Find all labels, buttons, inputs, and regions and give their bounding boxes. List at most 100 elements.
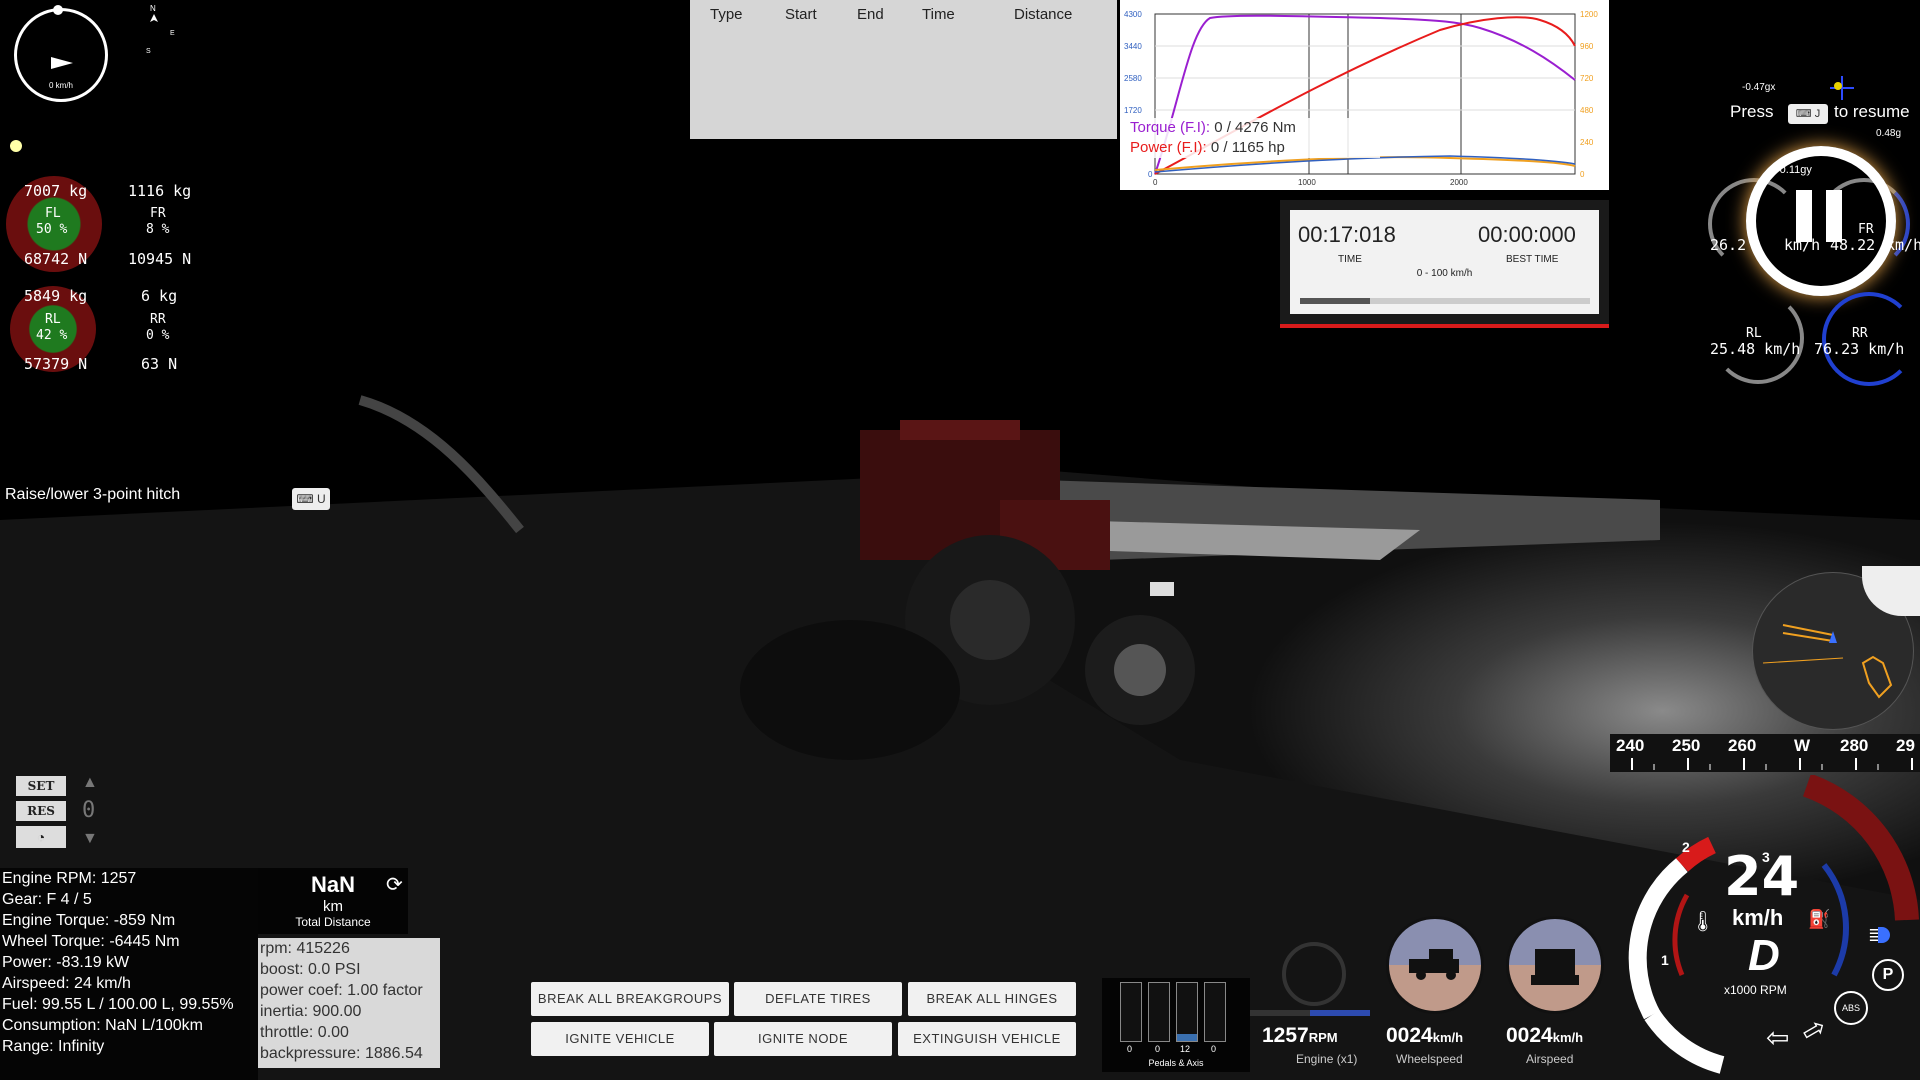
stat-consumption: Consumption: NaN L/100km (2, 1017, 203, 1034)
heading-tape: 240 250 260 W 280 29 (1610, 728, 1920, 772)
mini-compass-icon (150, 4, 158, 24)
fr-wheel-speed: 48.22 (1830, 236, 1876, 254)
fuel-icon: ⛽ (1808, 909, 1831, 929)
rr-force: 63 N (141, 355, 178, 373)
left-turn-signal-icon: ⇦ (1766, 1022, 1790, 1053)
north-marker (53, 5, 63, 15)
wheelspeed-readout: 0024km/h (1386, 1024, 1463, 1048)
gx-readout: -0.47gx (1742, 82, 1776, 93)
pedal-bar-clutch (1120, 982, 1142, 1042)
rl-weight: 5849 kg (24, 287, 88, 305)
keyboard-icon: ⌨ (1795, 108, 1812, 120)
right-tick-1: 960 (1580, 42, 1594, 51)
heading-tick-260: 260 (1728, 736, 1757, 755)
abs-icon: ABS (1834, 991, 1868, 1025)
vehicle-roll-gauge (1506, 916, 1604, 1014)
heading-tick-29: 29 (1896, 736, 1915, 755)
stat-rpm: Engine RPM: 1257 (2, 870, 137, 887)
wheelspeed-unit: km/h (1432, 1030, 1464, 1045)
left-tick-2: 2580 (1124, 74, 1142, 83)
pause-key-binding[interactable]: ⌨ J (1788, 104, 1828, 124)
cruise-up-arrow-icon[interactable]: ▲ (82, 774, 98, 792)
airspeed-value: 0024 (1506, 1024, 1553, 1047)
pedal-value-2: 12 (1180, 1044, 1191, 1054)
stat-wheel-torque: Wheel Torque: -6445 Nm (2, 933, 180, 950)
airspeed-readout: 0024km/h (1506, 1024, 1583, 1048)
power-legend-value: 0 / 1165 hp (1210, 139, 1285, 156)
right-tick-0: 1200 (1580, 10, 1598, 19)
mini-compass-e: E (170, 30, 175, 37)
cruise-speedometer-button[interactable]: ◔ (16, 826, 66, 848)
col-distance: Distance (1014, 6, 1073, 23)
engine-rpm-value: 1257 (1262, 1024, 1309, 1047)
drag-race-table: Type Start End Time Distance (690, 0, 1117, 139)
sun-icon (10, 140, 22, 152)
rr-name: RR (150, 312, 166, 327)
x-tick-0: 0 (1153, 178, 1158, 187)
rl-name: RL (45, 312, 61, 327)
cruise-set-button[interactable]: SET (16, 776, 66, 796)
torque-legend-value: 0 / 4276 Nm (1214, 119, 1296, 136)
speedo-mark-1: 1 (1661, 952, 1669, 968)
rl-percent: 42 % (36, 328, 68, 343)
pedals-panel: 0 0 12 0 Pedals & Axis (1102, 978, 1250, 1072)
col-time: Time (922, 6, 955, 23)
power-legend-label: Power (F.I): (1130, 139, 1207, 156)
left-tick-0: 4300 (1124, 10, 1142, 19)
fl-force: 68742 N (24, 250, 88, 268)
ignite-node-button[interactable]: IGNITE NODE (714, 1022, 892, 1056)
pause-icon[interactable] (1746, 146, 1896, 296)
fr-weight: 1116 kg (128, 182, 192, 200)
resume-label: to resume (1834, 102, 1910, 121)
fl-name: FL (45, 206, 61, 221)
eng-backpressure: backpressure: 1886.54 (260, 1045, 423, 1062)
break-all-breakgroups-button[interactable]: BREAK ALL BREAKGROUPS (531, 982, 729, 1016)
left-tick-4: 0 (1148, 170, 1153, 179)
right-tick-3: 480 (1580, 106, 1594, 115)
torque-power-graph: 4300 3440 2580 1720 0 1200 960 720 480 2… (1120, 0, 1609, 190)
mini-compass-s: S (146, 48, 151, 55)
col-type: Type (710, 6, 743, 23)
fl-weight: 7007 kg (24, 182, 88, 200)
break-all-hinges-button[interactable]: BREAK ALL HINGES (908, 982, 1076, 1016)
reset-trip-icon[interactable]: ⟳ (386, 872, 403, 897)
speedometer: 3 2 1 24 km/h D x1000 RPM 🌡 ⛽ ≣ P ABS ⇦ … (1612, 775, 1920, 1080)
speedo-mark-2: 2 (1682, 839, 1690, 855)
ignite-vehicle-button[interactable]: IGNITE VEHICLE (531, 1022, 709, 1056)
torque-curve-svg (1154, 13, 1576, 175)
timer-progress-track (1300, 298, 1590, 304)
extinguish-vehicle-button[interactable]: EXTINGUISH VEHICLE (898, 1022, 1076, 1056)
keyboard-icon: ⌨ (296, 492, 314, 506)
stat-fuel: Fuel: 99.55 L / 100.00 L, 99.55% (2, 996, 234, 1013)
fr-percent: 8 % (146, 222, 170, 237)
parking-brake-icon: P (1872, 959, 1904, 991)
airspeed-unit: km/h (1552, 1030, 1584, 1045)
speedometer-icon: ◔ (36, 829, 46, 845)
pause-key: J (1814, 108, 1821, 120)
cruise-res-button[interactable]: RES (16, 801, 66, 821)
cruise-down-arrow-icon[interactable]: ▼ (82, 830, 98, 848)
hitch-key-binding[interactable]: ⌨ U (292, 488, 330, 510)
rpm-bar-track (1250, 1010, 1370, 1016)
timer-underline (1280, 324, 1609, 328)
graph-legend: Torque (F.I): 0 / 4276 Nm Power (F.I): 0… (1130, 118, 1380, 158)
fl-wheel-speed-unit: km/h (1784, 236, 1821, 254)
x-tick-1: 1000 (1298, 178, 1316, 187)
drag-timer: 00:17:018 TIME 00:00:000 BEST TIME 0 - 1… (1280, 200, 1609, 328)
speed-value: 24 (1724, 845, 1800, 908)
fr-name: FR (150, 206, 166, 221)
right-tick-5: 0 (1580, 170, 1585, 179)
col-end: End (857, 6, 884, 23)
deflate-tires-button[interactable]: DEFLATE TIRES (734, 982, 902, 1016)
rr-wheel-label: RR (1852, 326, 1868, 341)
eng-power-coef: power coef: 1.00 factor (260, 982, 423, 999)
timer-mode: 0 - 100 km/h (1416, 268, 1473, 279)
heading-tick-250: 250 (1672, 736, 1701, 755)
wheelspeed-label: Wheelspeed (1396, 1052, 1463, 1066)
fr-wheel-speed-unit: km/h (1886, 236, 1920, 254)
rl-force: 57379 N (24, 355, 88, 373)
heading-tick-280: 280 (1840, 736, 1869, 755)
pedal-bar-steering (1204, 982, 1226, 1042)
gforce-cross-icon (1830, 76, 1854, 100)
x-tick-2: 2000 (1450, 178, 1468, 187)
